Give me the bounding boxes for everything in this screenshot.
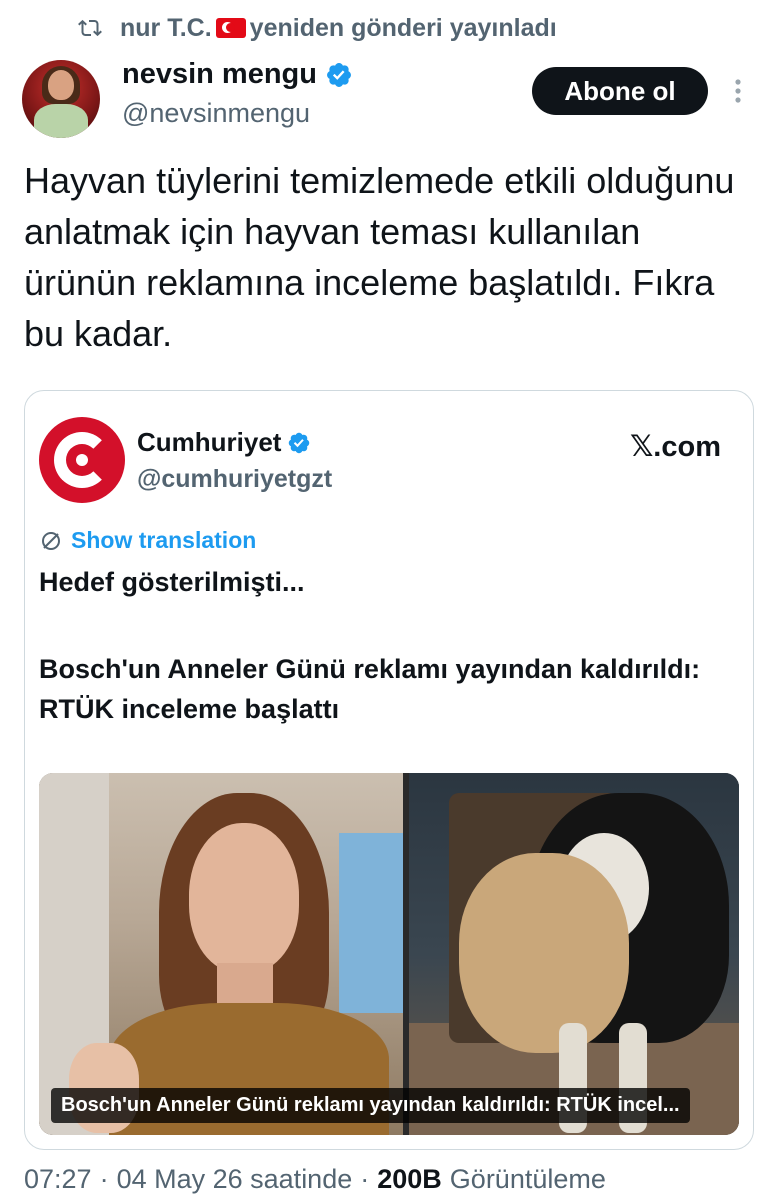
quoted-media-image[interactable]: Bosch'un Anneler Günü reklamı yayından k… [39,773,739,1135]
repost-header[interactable]: nur T.C. yeniden gönderi yayınladı [76,8,557,48]
woman-photo [39,773,403,1135]
dog-photo [409,773,739,1135]
cumhuriyet-logo-icon [39,417,125,503]
show-translation-link[interactable]: Show translation [39,527,256,554]
separator: · [360,1164,370,1194]
quoted-subheadline: Bosch'un Anneler Günü reklamı yayından k… [39,654,701,724]
show-translation-label[interactable]: Show translation [71,527,256,554]
tweet-time[interactable]: 07:27 [24,1164,92,1195]
views-count[interactable]: 200B [377,1164,442,1195]
verified-badge-icon [327,62,351,87]
x-logo-site: 𝕏.com [629,431,721,463]
translate-icon [42,531,60,550]
turkey-flag-icon [215,18,246,38]
author-name[interactable]: nevsin mengu [122,58,317,91]
repost-label: yeniden gönderi yayınladı [249,13,557,42]
quoted-tweet-card[interactable]: Cumhuriyet @cumhuriyetgzt 𝕏.com Show tra… [24,390,754,1150]
verified-badge-icon [289,432,310,453]
follow-button[interactable]: Abone ol [532,67,708,115]
tweet-text: Hayvan tüylerini temizlemede etkili oldu… [24,160,735,354]
quoted-headline: Hedef gösterilmişti... [39,567,305,597]
author-handle[interactable]: @nevsinmengu [122,98,310,129]
more-vertical-icon[interactable] [728,76,748,106]
quoted-author-row[interactable]: Cumhuriyet [137,427,311,458]
tweet-meta: 07:27 · 04 May 26 saatinde · 200B Görünt… [24,1164,606,1195]
tweet-date[interactable]: 04 May 26 saatinde [117,1164,353,1195]
views-label: Görüntüleme [449,1164,606,1194]
media-caption: Bosch'un Anneler Günü reklamı yayından k… [51,1088,690,1123]
quoted-author-name[interactable]: Cumhuriyet [137,427,281,458]
avatar[interactable] [22,60,100,138]
author-name-row[interactable]: nevsin mengu [122,58,353,91]
quoted-author-handle[interactable]: @cumhuriyetgzt [137,465,332,494]
repost-icon [78,19,102,37]
separator: · [99,1164,109,1194]
repost-user[interactable]: nur T.C. [120,14,212,43]
